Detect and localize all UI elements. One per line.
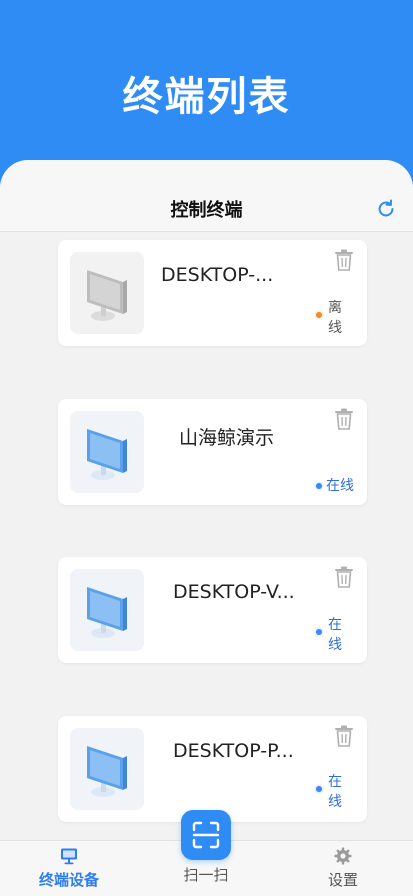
- device-name: DESKTOP-...: [161, 264, 274, 286]
- scan-tab[interactable]: 扫一扫: [176, 810, 236, 885]
- monitor-icon: [87, 746, 127, 797]
- device-thumbnail: [70, 728, 144, 810]
- status-text: 在线: [328, 617, 342, 653]
- trash-icon[interactable]: [334, 249, 354, 271]
- device-name: 山海鲸演示: [179, 427, 275, 449]
- scan-label: 扫一扫: [183, 866, 229, 884]
- monitor-icon: [87, 587, 127, 638]
- status-dot: [316, 786, 322, 792]
- status-text: 在线: [328, 774, 342, 810]
- trash-icon[interactable]: [334, 408, 354, 430]
- monitor-icon: [87, 429, 127, 480]
- status-dot: [316, 629, 322, 635]
- status-dot: [316, 312, 322, 318]
- device-thumbnail: [70, 411, 144, 493]
- refresh-icon[interactable]: [375, 198, 397, 220]
- tab-settings-label: 设置: [327, 871, 358, 889]
- status-badge: 在线: [316, 772, 354, 812]
- scan-button[interactable]: [181, 810, 231, 860]
- panel-title: 控制终端: [170, 200, 243, 221]
- status-badge: 离线: [316, 298, 354, 338]
- gear-icon: [334, 847, 352, 865]
- monitor-icon: [61, 848, 77, 865]
- device-thumbnail: [70, 252, 144, 334]
- device-name: DESKTOP-P...: [173, 740, 294, 762]
- device-card[interactable]: DESKTOP-... 离线: [58, 240, 367, 346]
- scan-icon: [192, 821, 220, 849]
- monitor-icon: [87, 270, 127, 321]
- device-card[interactable]: 山海鲸演示 在线: [58, 399, 367, 505]
- status-badge: 在线: [316, 615, 354, 655]
- device-name: DESKTOP-V...: [173, 581, 295, 603]
- page-title: 终端列表: [122, 74, 291, 120]
- status-text: 离线: [328, 300, 342, 336]
- trash-icon[interactable]: [334, 725, 354, 747]
- tab-devices-label: 终端设备: [38, 871, 99, 889]
- device-thumbnail: [70, 569, 144, 651]
- status-text: 在线: [326, 478, 354, 494]
- device-card[interactable]: DESKTOP-P... 在线: [58, 716, 367, 822]
- device-card[interactable]: DESKTOP-V... 在线: [58, 557, 367, 663]
- panel-header: 控制终端: [0, 160, 413, 232]
- status-badge: 在线: [316, 476, 354, 496]
- tab-settings[interactable]: 设置: [303, 847, 383, 890]
- trash-icon[interactable]: [334, 566, 354, 588]
- status-dot: [316, 483, 322, 489]
- tab-devices[interactable]: 终端设备: [29, 847, 109, 890]
